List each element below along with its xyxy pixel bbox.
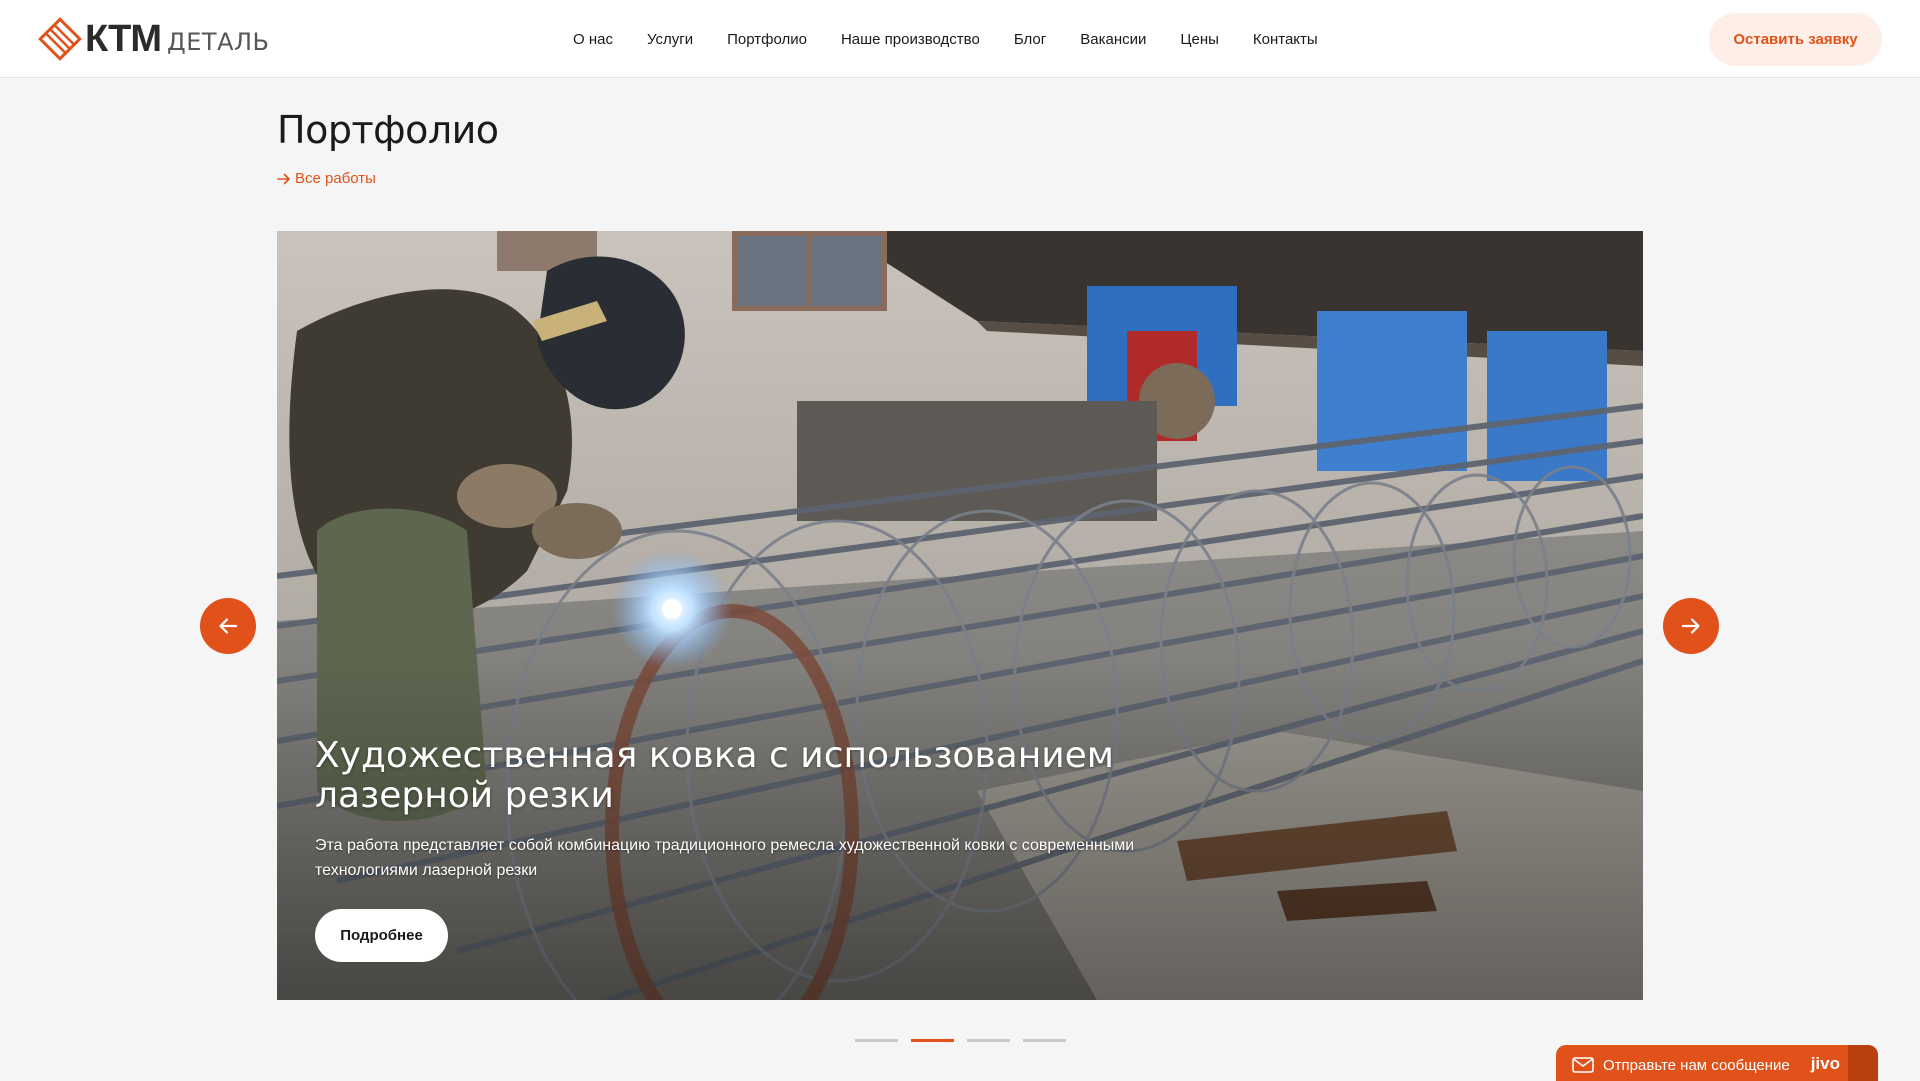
logo-sub: ДЕТАЛЬ	[167, 28, 270, 56]
slide-description: Эта работа представляет собой комбинацию…	[315, 837, 1135, 879]
slider-next-button[interactable]	[1663, 598, 1719, 654]
slider-dot-1[interactable]	[855, 1039, 898, 1042]
nav-item-production[interactable]: Наше производство	[841, 31, 980, 48]
slide-shade	[277, 231, 1643, 1000]
logo-brand: КТМ	[85, 17, 162, 60]
all-works-link[interactable]: Все работы	[277, 170, 376, 187]
more-details-button[interactable]: Подробнее	[315, 909, 448, 962]
nav-item-blog[interactable]: Блог	[1014, 31, 1046, 48]
arrow-right-icon	[277, 173, 290, 184]
chat-brand: jivo	[1810, 1054, 1840, 1073]
page-title: Портфолио	[277, 108, 499, 152]
nav-item-contacts[interactable]: Контакты	[1253, 31, 1318, 48]
slider-prev-button[interactable]	[200, 598, 256, 654]
nav-item-vacancies[interactable]: Вакансии	[1080, 31, 1146, 48]
nav-item-prices[interactable]: Цены	[1180, 31, 1219, 48]
slider-dot-4[interactable]	[1023, 1039, 1066, 1042]
logo[interactable]: КТМ ДЕТАЛЬ	[38, 17, 270, 61]
nav-item-portfolio[interactable]: Портфолио	[727, 31, 807, 48]
chat-corner	[1848, 1045, 1878, 1081]
arrow-right-icon	[1681, 618, 1700, 634]
nav-item-about[interactable]: О нас	[573, 31, 613, 48]
slider-pagination	[855, 1039, 1079, 1042]
envelope-icon	[1572, 1057, 1594, 1073]
site-header: КТМ ДЕТАЛЬ О нас Услуги Портфолио Наше п…	[0, 0, 1920, 78]
slider-dot-2[interactable]	[911, 1039, 954, 1042]
all-works-label: Все работы	[295, 170, 376, 187]
portfolio-slide: Художественная ковка с использованием ла…	[277, 231, 1643, 1000]
arrow-left-icon	[219, 618, 238, 634]
logo-mark-icon	[38, 17, 82, 61]
nav-item-services[interactable]: Услуги	[647, 31, 693, 48]
leave-request-button[interactable]: Оставить заявку	[1709, 13, 1882, 66]
main-nav: О нас Услуги Портфолио Наше производство…	[573, 0, 1318, 78]
chat-label: Отправьте нам сообщение	[1603, 1056, 1790, 1074]
slide-title: Художественная ковка с использованием ла…	[315, 735, 1114, 816]
slider-dot-3[interactable]	[967, 1039, 1010, 1042]
chat-widget[interactable]: Отправьте нам сообщение jivo	[1556, 1045, 1878, 1081]
